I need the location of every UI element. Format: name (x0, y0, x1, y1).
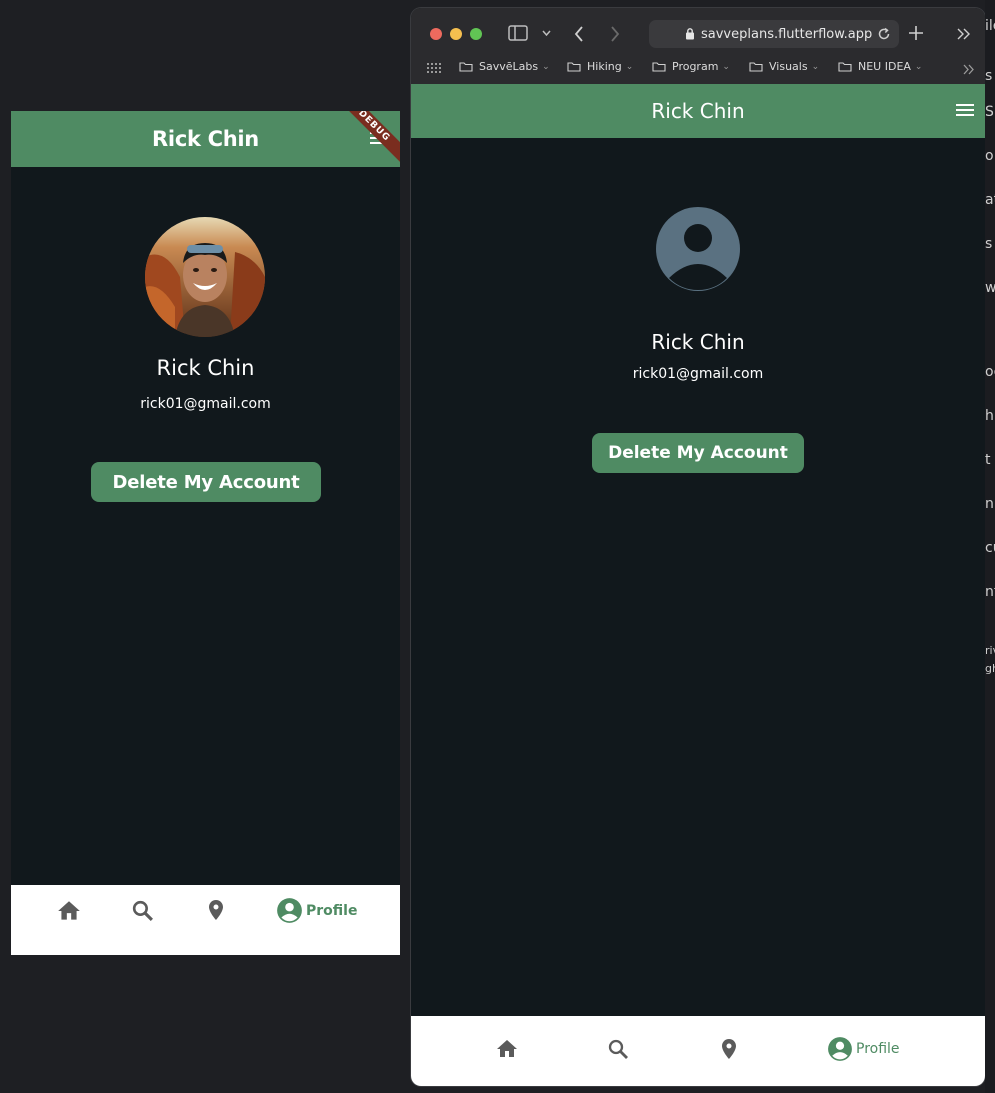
browser-window: savveplans.flutterflow.app SavvēLabs ⌄ H… (411, 8, 985, 1086)
nav-profile[interactable]: Profile (276, 897, 357, 924)
nav-location[interactable] (204, 896, 228, 924)
home-icon (497, 1040, 517, 1057)
bookmark-folder[interactable]: Program ⌄ (652, 60, 730, 73)
background-text-fragment: at (985, 192, 995, 208)
background-text-fragment: o (985, 148, 994, 164)
location-pin-icon (209, 900, 223, 920)
nav-profile-label: Profile (856, 1041, 900, 1057)
delete-account-button[interactable]: Delete My Account (91, 462, 321, 502)
app-bar: Rick Chin DEBUG (11, 111, 400, 167)
bookmark-label: SavvēLabs (479, 60, 539, 73)
folder-icon (749, 62, 763, 72)
background-text-fragment: cu (985, 540, 995, 556)
apps-grid-icon[interactable] (427, 63, 441, 73)
bookmark-label: NEU IDEA (858, 60, 911, 73)
account-circle-icon (828, 1037, 852, 1061)
address-bar[interactable]: savveplans.flutterflow.app (649, 20, 899, 48)
nav-search[interactable] (606, 1037, 630, 1061)
nav-profile[interactable]: Profile (827, 1036, 900, 1062)
sidebar-toggle-icon[interactable] (508, 25, 528, 41)
bookmark-label: Program (672, 60, 719, 73)
bookmark-label: Visuals (769, 60, 808, 73)
background-text-fragment: ile (985, 18, 995, 34)
background-text-fragment: hl (985, 408, 995, 424)
user-name: Rick Chin (156, 356, 255, 380)
app-bar-title: Rick Chin (651, 99, 745, 123)
search-icon (608, 1039, 628, 1059)
location-pin-icon (722, 1039, 736, 1059)
nav-home[interactable] (56, 898, 82, 924)
forward-icon[interactable] (610, 26, 620, 42)
background-text-fragment: t (985, 452, 991, 468)
background-text-fragment: riv (985, 644, 995, 657)
chevron-down-icon[interactable] (542, 30, 551, 36)
browser-toolbar: savveplans.flutterflow.app SavvēLabs ⌄ H… (411, 8, 985, 84)
background-text-fragment: w (985, 280, 995, 296)
more-tabs-icon[interactable] (957, 28, 971, 40)
close-window-button[interactable] (430, 28, 442, 40)
nav-search[interactable] (130, 898, 155, 923)
chevron-down-icon: ⌄ (914, 61, 923, 72)
folder-icon (567, 62, 581, 72)
chevron-down-icon: ⌄ (542, 61, 550, 72)
menu-icon[interactable] (956, 103, 974, 117)
user-email: rick01@gmail.com (632, 366, 764, 382)
background-text-fragment: S (985, 104, 994, 120)
background-text-fragment: s (985, 236, 993, 252)
folder-icon (838, 62, 852, 72)
folder-icon (652, 62, 666, 72)
chevron-down-icon: ⌄ (722, 61, 730, 72)
nav-location[interactable] (717, 1036, 741, 1062)
bookmark-folder[interactable]: NEU IDEA ⌄ (838, 60, 922, 73)
bookmark-folder[interactable]: Visuals ⌄ (749, 60, 819, 73)
user-email: rick01@gmail.com (140, 396, 271, 412)
chevron-down-icon: ⌄ (625, 61, 634, 72)
background-text-fragment: gh (985, 662, 995, 675)
bookmark-folder[interactable]: Hiking ⌄ (567, 60, 633, 73)
user-name: Rick Chin (651, 330, 745, 354)
bookmark-folder[interactable]: SavvēLabs ⌄ (459, 60, 550, 73)
nav-profile-label: Profile (306, 902, 358, 919)
reload-icon[interactable] (877, 27, 891, 41)
new-tab-icon[interactable] (909, 26, 923, 40)
background-text-fragment: nn (985, 496, 995, 512)
delete-account-button[interactable]: Delete My Account (592, 433, 804, 473)
profile-photo (145, 217, 265, 337)
lock-icon (686, 28, 694, 40)
app-bar: Rick Chin (411, 84, 985, 138)
zoom-window-button[interactable] (470, 28, 482, 40)
more-bookmarks-icon[interactable] (963, 64, 975, 75)
folder-icon (459, 62, 473, 72)
bookmark-label: Hiking (587, 60, 622, 73)
default-avatar-icon (656, 207, 740, 291)
url-text: savveplans.flutterflow.app (701, 26, 873, 42)
bottom-nav-bar: Profile (411, 1016, 985, 1086)
background-text-fragment: oc (985, 364, 995, 380)
background-text-fragment: nt (985, 584, 995, 600)
account-circle-icon (277, 898, 302, 923)
search-icon (132, 900, 153, 921)
chevron-down-icon: ⌄ (811, 61, 820, 72)
back-icon[interactable] (574, 26, 584, 42)
background-text-fragment: s (985, 68, 993, 84)
emulator-phone-screen: Rick Chin DEBUG Rick Chin rick01@gmail.c… (11, 111, 400, 955)
nav-home[interactable] (495, 1037, 519, 1061)
app-bar-title: Rick Chin (152, 127, 259, 151)
debug-banner: DEBUG (335, 111, 400, 165)
home-icon (58, 901, 80, 920)
minimize-window-button[interactable] (450, 28, 462, 40)
bottom-nav-bar: Profile (11, 885, 400, 955)
